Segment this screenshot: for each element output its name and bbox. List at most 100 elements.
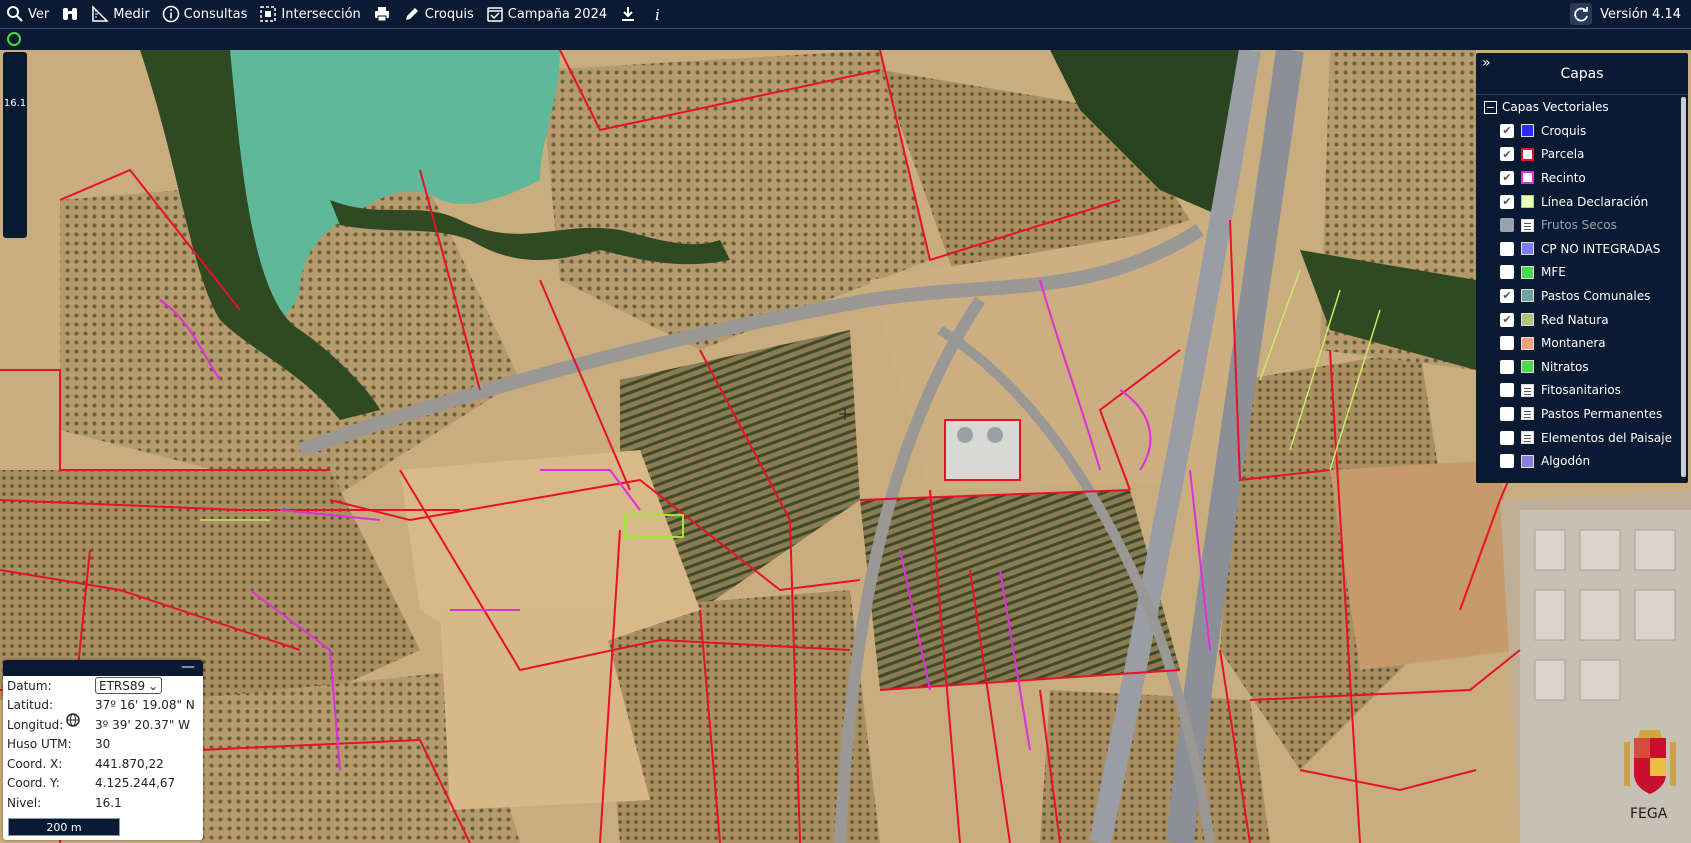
datum-value: ETRS89 [99, 678, 146, 693]
nivel-value: 16.1 [95, 795, 122, 810]
refresh-icon[interactable] [1570, 3, 1593, 25]
coordinates-header: — [3, 660, 203, 676]
layer-row[interactable]: ✔ Recinto [1476, 166, 1688, 190]
interseccion-button[interactable]: Intersección [253, 0, 366, 28]
coord-x-label: Coord. X: [7, 756, 63, 771]
layer-row[interactable]: Frutos Secos [1476, 213, 1688, 237]
pencil-icon [405, 8, 418, 20]
legend-list-icon [1521, 407, 1534, 421]
layer-checkbox [1500, 218, 1514, 233]
ver-button[interactable]: Ver [0, 0, 55, 28]
layer-label: Nitratos [1541, 359, 1589, 374]
layer-checkbox[interactable] [1500, 241, 1514, 256]
layer-checkbox[interactable] [1500, 359, 1514, 374]
layer-row[interactable]: Nitratos [1476, 355, 1688, 379]
layer-row[interactable]: ✔ Pastos Comunales [1476, 284, 1688, 308]
ver-label: Ver [28, 6, 50, 22]
search-icon [7, 6, 23, 22]
color-swatch-icon [1521, 289, 1534, 303]
binoculars-button[interactable] [55, 0, 85, 28]
layer-row[interactable]: ✔ Línea Declaración [1476, 190, 1688, 214]
layer-label: Algodón [1541, 454, 1591, 469]
color-swatch-icon [1521, 336, 1534, 350]
croquis-button[interactable]: Croquis [397, 0, 480, 28]
binoculars-icon [63, 8, 78, 20]
layer-checkbox[interactable]: ✔ [1500, 170, 1514, 185]
color-swatch-icon [1521, 124, 1534, 138]
status-bar [0, 28, 1691, 50]
layers-panel: » Capas − Capas Vectoriales ✔ Croquis ✔ Par… [1476, 53, 1688, 483]
layers-header: » Capas [1476, 53, 1688, 95]
huso-row: Huso UTM: 30 [3, 735, 203, 755]
layer-checkbox[interactable] [1500, 454, 1514, 469]
datum-row: Datum: ETRS89 ⌄ [3, 676, 203, 696]
campana-button[interactable]: Campaña 2024 [480, 0, 613, 28]
layer-group-vectoriales[interactable]: − Capas Vectoriales [1476, 95, 1688, 119]
layers-scrollbar[interactable] [1681, 97, 1686, 477]
layer-checkbox[interactable]: ✔ [1500, 312, 1514, 327]
huso-value: 30 [95, 737, 111, 752]
info-button[interactable]: i [643, 0, 673, 28]
download-button[interactable] [613, 0, 643, 28]
medir-label: Medir [113, 6, 150, 22]
longitude-row: Longitud: 3º 39' 20.37" W [3, 715, 203, 735]
datum-label: Datum: [7, 678, 52, 693]
map-canvas[interactable] [0, 50, 1691, 843]
layer-checkbox[interactable] [1500, 406, 1514, 421]
consultas-button[interactable]: Consultas [156, 0, 254, 28]
layer-row[interactable]: Elementos del Paisaje [1476, 426, 1688, 450]
layer-checkbox[interactable] [1500, 383, 1514, 398]
layer-row[interactable]: CP NO INTEGRADAS [1476, 237, 1688, 261]
latitude-label: Latitud: [7, 698, 54, 713]
layer-group-label: Capas Vectoriales [1502, 100, 1609, 114]
layer-label: Fitosanitarios [1541, 383, 1621, 398]
legend-list-icon [1521, 218, 1534, 232]
layer-row[interactable]: ✔ Red Natura [1476, 308, 1688, 332]
datum-select[interactable]: ETRS89 ⌄ [95, 677, 163, 695]
print-button[interactable] [367, 0, 397, 28]
layer-checkbox[interactable]: ✔ [1500, 288, 1514, 303]
collapse-panel-icon[interactable]: » [1482, 55, 1491, 71]
scale-bar: 200 m [8, 818, 120, 836]
scale-label: 200 m [46, 820, 82, 834]
status-indicator-icon [7, 32, 21, 46]
calendar-check-icon [487, 7, 503, 22]
color-swatch-icon [1521, 195, 1534, 209]
minimize-icon[interactable]: — [181, 660, 195, 674]
layer-checkbox[interactable] [1500, 336, 1514, 351]
info-circle-icon [162, 5, 179, 23]
layer-label: Frutos Secos [1541, 218, 1617, 233]
layer-label: Croquis [1541, 123, 1587, 138]
layer-checkbox[interactable] [1500, 430, 1514, 445]
layer-checkbox[interactable]: ✔ [1500, 123, 1514, 138]
dashed-selection-icon [260, 6, 277, 22]
medir-button[interactable]: Medir [85, 0, 155, 28]
layer-row[interactable]: Pastos Permanentes [1476, 402, 1688, 426]
layer-row[interactable]: ✔ Croquis [1476, 119, 1688, 143]
layer-row[interactable]: ✔ Parcela [1476, 143, 1688, 167]
collapse-group-icon[interactable]: − [1484, 100, 1497, 114]
consultas-label: Consultas [183, 6, 248, 22]
globe-icon[interactable] [66, 713, 80, 727]
layer-row[interactable]: Fitosanitarios [1476, 379, 1688, 403]
layer-checkbox[interactable]: ✔ [1500, 147, 1514, 162]
zoom-level-value: 16.1 [3, 98, 27, 109]
layer-label: Pastos Permanentes [1541, 406, 1663, 421]
layer-row[interactable]: Algodón [1476, 449, 1688, 473]
latitude-row: Latitud: 37º 16' 19.08" N [3, 696, 203, 716]
nivel-label: Nivel: [7, 795, 42, 810]
coord-y-row: Coord. Y: 4.125.244,67 [3, 774, 203, 794]
top-toolbar: Ver Medir Consultas Intersección Croquis… [0, 0, 1691, 28]
nivel-row: Nivel: 16.1 [3, 793, 203, 813]
layer-checkbox[interactable] [1500, 265, 1514, 280]
layer-row[interactable]: Montanera [1476, 331, 1688, 355]
latitude-value: 37º 16' 19.08" N [95, 698, 195, 713]
fega-logo-text: FEGA [1630, 806, 1668, 822]
color-swatch-icon [1521, 454, 1534, 468]
coord-x-row: Coord. X: 441.870,22 [3, 754, 203, 774]
layer-checkbox[interactable]: ✔ [1500, 194, 1514, 209]
layer-label: Línea Declaración [1541, 194, 1649, 209]
printer-icon [374, 7, 389, 22]
zoom-level-tab[interactable]: 16.1 [3, 52, 27, 238]
layer-row[interactable]: MFE [1476, 261, 1688, 285]
